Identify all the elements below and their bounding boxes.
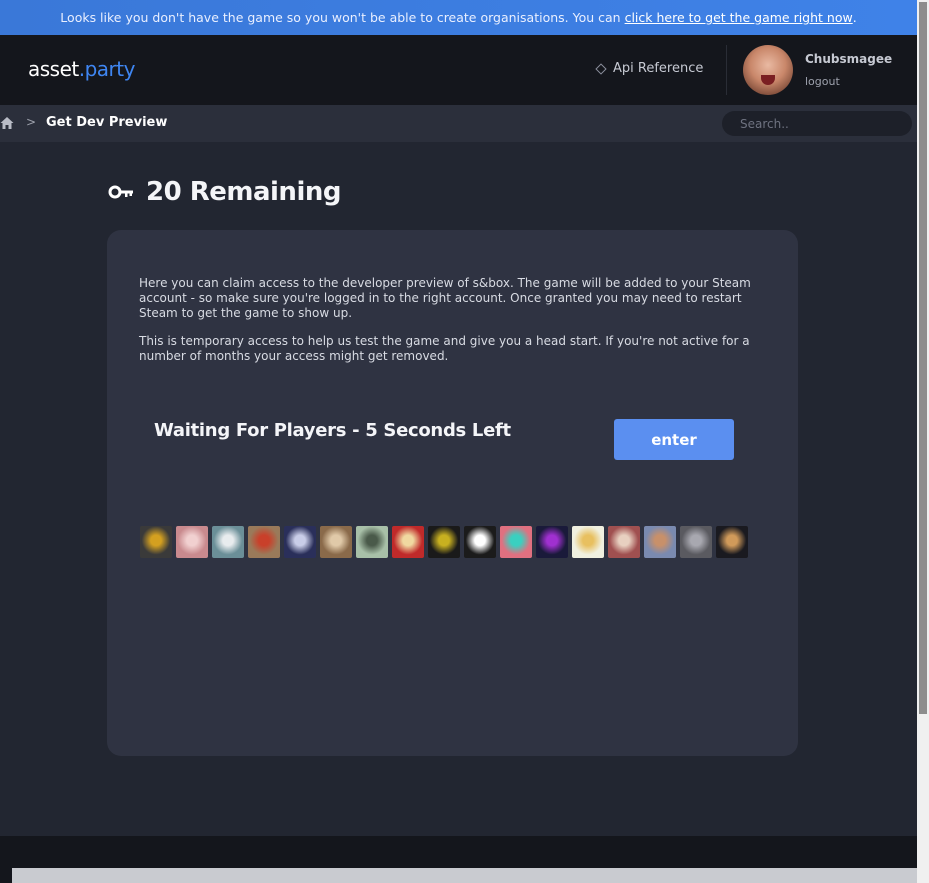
site-logo[interactable]: asset.party: [28, 57, 135, 81]
breadcrumb-separator: >: [26, 115, 37, 129]
player-avatar-5[interactable]: [284, 526, 316, 558]
player-avatar-8[interactable]: [392, 526, 424, 558]
page-title: 20 Remaining: [146, 177, 341, 207]
player-avatar-13[interactable]: [572, 526, 604, 558]
header-divider: [726, 45, 727, 95]
api-reference-link[interactable]: Api Reference: [595, 61, 704, 76]
player-avatar-1[interactable]: [140, 526, 172, 558]
api-reference-label: Api Reference: [613, 61, 704, 76]
player-avatar-7[interactable]: [356, 526, 388, 558]
home-icon[interactable]: [0, 116, 14, 130]
key-icon: [108, 185, 133, 199]
enter-button[interactable]: enter: [614, 419, 734, 460]
player-avatar-17[interactable]: [716, 526, 748, 558]
intro-paragraph: Here you can claim access to the develop…: [139, 276, 751, 320]
dev-preview-card: Here you can claim access to the develop…: [107, 230, 798, 756]
scrollbar-thumb[interactable]: [919, 2, 927, 714]
player-avatar-10[interactable]: [464, 526, 496, 558]
player-avatar-12[interactable]: [536, 526, 568, 558]
user-avatar[interactable]: [743, 45, 793, 95]
player-list: [140, 526, 748, 558]
get-game-link[interactable]: click here to get the game right now: [625, 10, 853, 25]
breadcrumb-current: Get Dev Preview: [46, 115, 168, 130]
player-avatar-4[interactable]: [248, 526, 280, 558]
player-avatar-2[interactable]: [176, 526, 208, 558]
logo-main: asset: [28, 57, 79, 81]
access-paragraph: This is temporary access to help us test…: [139, 334, 750, 363]
player-avatar-9[interactable]: [428, 526, 460, 558]
player-avatar-3[interactable]: [212, 526, 244, 558]
top-banner: Looks like you don't have the game so yo…: [0, 0, 917, 35]
player-avatar-14[interactable]: [608, 526, 640, 558]
logout-link[interactable]: logout: [805, 75, 840, 88]
logo-accent: .party: [78, 57, 136, 81]
player-avatar-16[interactable]: [680, 526, 712, 558]
player-avatar-6[interactable]: [320, 526, 352, 558]
banner-text: Looks like you don't have the game so yo…: [60, 10, 621, 25]
search-input[interactable]: [722, 111, 912, 136]
breadcrumb: > Get Dev Preview: [0, 105, 917, 142]
banner-end: .: [852, 10, 857, 25]
username[interactable]: Chubsmagee: [805, 52, 892, 66]
api-diamond-icon: [595, 62, 607, 75]
player-avatar-15[interactable]: [644, 526, 676, 558]
site-header: asset.party Api Reference Chubsmagee log…: [0, 35, 917, 105]
player-avatar-11[interactable]: [500, 526, 532, 558]
page-title-row: 20 Remaining: [108, 177, 341, 207]
footer-strip: [12, 868, 917, 883]
waiting-status: Waiting For Players - 5 Seconds Left: [154, 420, 511, 441]
